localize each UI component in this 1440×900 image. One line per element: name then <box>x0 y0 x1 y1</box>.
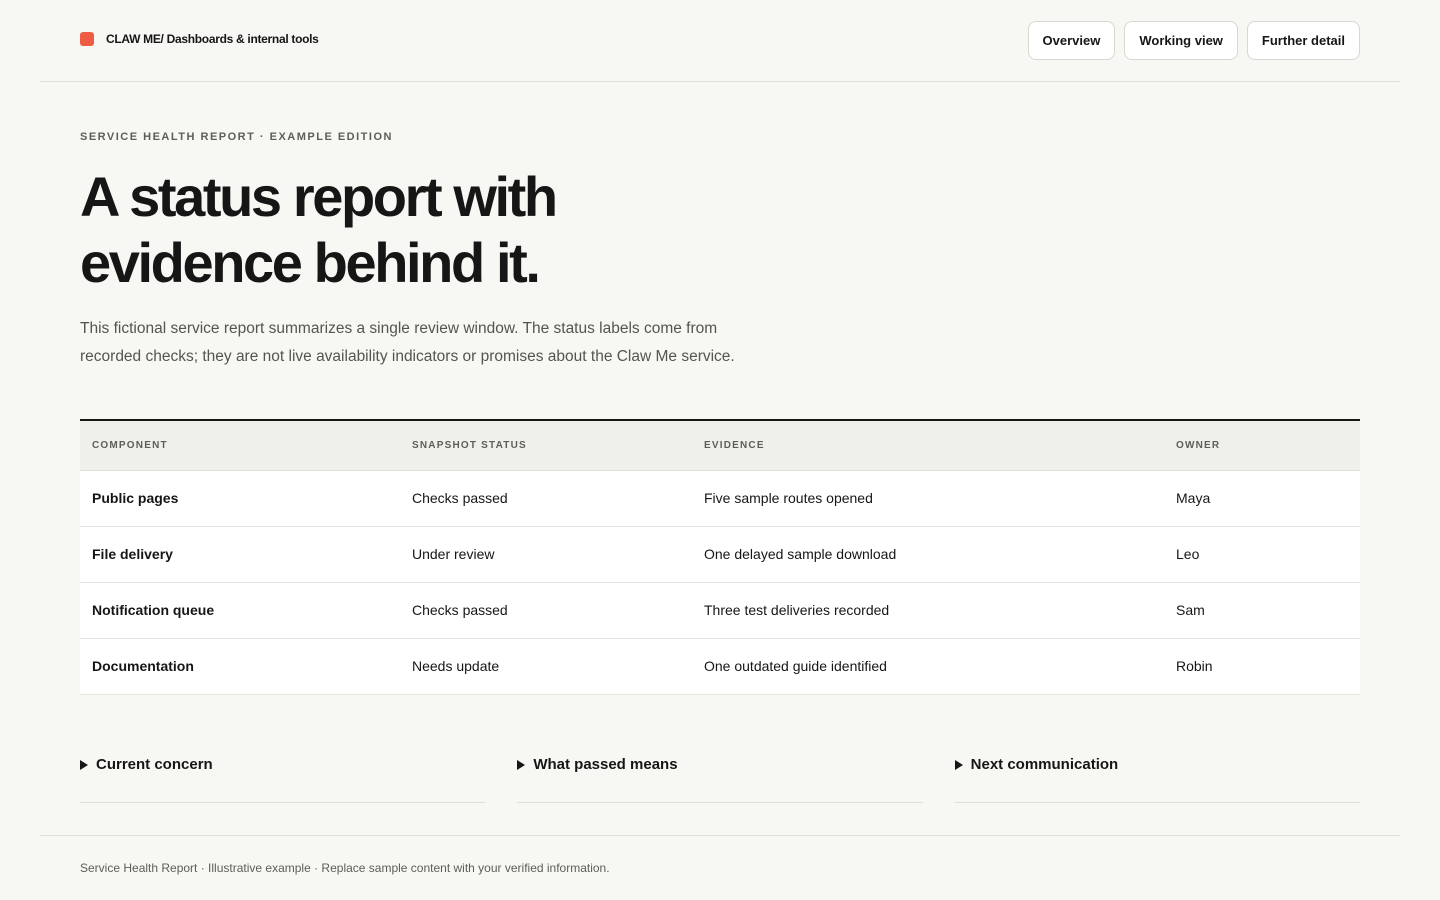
component-cell: Documentation <box>80 638 400 695</box>
disclosure-triangle-icon <box>80 760 88 770</box>
evidence-cell: One delayed sample download <box>692 526 1164 583</box>
brand[interactable]: CLAW ME/ Dashboards & internal tools <box>80 32 319 46</box>
footer-divider <box>40 835 1400 836</box>
owner-cell: Maya <box>1164 470 1360 527</box>
owner-cell: Robin <box>1164 638 1360 695</box>
footer-note: Service Health Report · Illustrative exa… <box>80 861 610 875</box>
top-bar: CLAW ME/ Dashboards & internal tools Ove… <box>40 0 1400 82</box>
table-row: Public pages Checks passed Five sample r… <box>80 470 1360 527</box>
intro-line-2: recorded checks; they are not live avail… <box>80 348 735 365</box>
owner-cell: Leo <box>1164 526 1360 583</box>
intro-line-1: This fictional service report summarizes… <box>80 320 718 337</box>
nav-working-view-button[interactable]: Working view <box>1124 21 1238 60</box>
nav-overview-button[interactable]: Overview <box>1027 21 1116 60</box>
report-eyebrow: SERVICE HEALTH REPORT · EXAMPLE EDITION <box>80 131 393 143</box>
status-cell: Needs update <box>400 638 692 695</box>
status-cell: Checks passed <box>400 582 692 639</box>
disclosure-next-communication[interactable]: Next communication <box>954 743 1360 803</box>
title-line-1: A status report with <box>80 165 558 228</box>
top-nav: Overview Working view Further detail <box>1027 21 1360 60</box>
title-line-2: evidence behind it. <box>80 231 541 294</box>
nav-further-detail-button[interactable]: Further detail <box>1246 21 1360 60</box>
disclosure-group: Current concern What passed means Next c… <box>80 743 1360 803</box>
disclosure-current-concern[interactable]: Current concern <box>80 743 486 803</box>
column-header-owner: OWNER <box>1164 421 1360 471</box>
owner-cell: Sam <box>1164 582 1360 639</box>
disclosure-triangle-icon <box>517 760 526 770</box>
disclosure-triangle-icon <box>954 760 963 770</box>
evidence-cell: Three test deliveries recorded <box>692 582 1164 639</box>
status-cell: Checks passed <box>400 470 692 527</box>
page: CLAW ME/ Dashboards & internal tools Ove… <box>0 0 1440 900</box>
disclosure-label: Next communication <box>970 756 1119 773</box>
column-header-component: COMPONENT <box>80 421 400 471</box>
evidence-cell: One outdated guide identified <box>692 638 1164 695</box>
disclosure-what-passed-means[interactable]: What passed means <box>517 743 923 803</box>
component-cell: File delivery <box>80 526 400 583</box>
evidence-cell: Five sample routes opened <box>692 470 1164 527</box>
brand-breadcrumb: CLAW ME/ Dashboards & internal tools <box>106 32 319 46</box>
brand-logo-icon <box>80 32 94 46</box>
column-header-snapshot-status: SNAPSHOT STATUS <box>400 421 692 471</box>
status-cell: Under review <box>400 526 692 583</box>
table-row: File delivery Under review One delayed s… <box>80 526 1360 583</box>
component-cell: Notification queue <box>80 582 400 639</box>
table-row: Documentation Needs update One outdated … <box>80 638 1360 695</box>
status-table: COMPONENT SNAPSHOT STATUS EVIDENCE OWNER… <box>80 419 1360 695</box>
intro-paragraph: This fictional service report summarizes… <box>80 315 780 371</box>
disclosure-label: What passed means <box>533 756 678 773</box>
disclosure-label: Current concern <box>96 756 213 773</box>
column-header-evidence: EVIDENCE <box>692 421 1164 471</box>
table-row: Notification queue Checks passed Three t… <box>80 582 1360 639</box>
component-cell: Public pages <box>80 470 400 527</box>
table-header-row: COMPONENT SNAPSHOT STATUS EVIDENCE OWNER <box>80 421 1360 471</box>
page-title: A status report with evidence behind it. <box>80 164 800 296</box>
